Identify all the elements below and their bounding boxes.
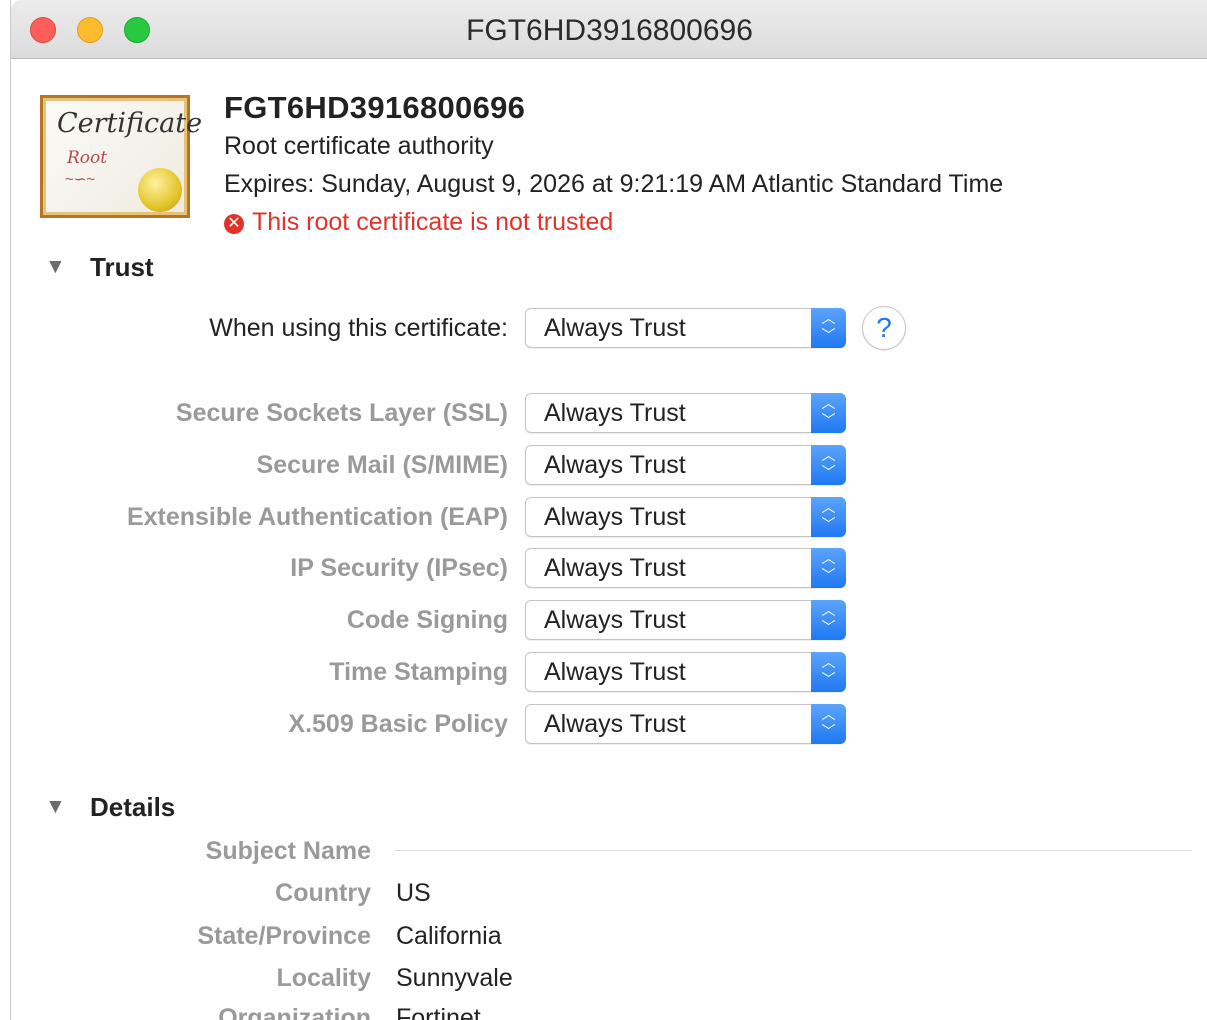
locality-value: Sunnyvale bbox=[396, 964, 513, 992]
chevron-up-icon: ︿ bbox=[821, 654, 836, 670]
country-label: Country bbox=[275, 879, 371, 907]
certificate-expiry: Expires: Sunday, August 9, 2026 at 9:21:… bbox=[224, 170, 1004, 198]
state-value: California bbox=[396, 922, 502, 950]
popup-stepper[interactable]: ︿ ﹀ bbox=[811, 393, 846, 433]
popup-stepper[interactable]: ︿ ﹀ bbox=[811, 704, 846, 744]
chevron-down-icon: ﹀ bbox=[821, 723, 836, 739]
trust-warning: ✕ This root certificate is not trusted bbox=[224, 208, 613, 237]
chevron-up-icon: ︿ bbox=[821, 447, 836, 463]
details-disclosure-triangle[interactable]: ▼ bbox=[45, 795, 66, 819]
window-title: FGT6HD3916800696 bbox=[466, 14, 753, 47]
eap-label: Extensible Authentication (EAP) bbox=[126, 503, 508, 531]
popup-value: Always Trust bbox=[544, 554, 686, 582]
chevron-up-icon: ︿ bbox=[821, 395, 836, 411]
error-icon: ✕ bbox=[224, 214, 244, 234]
ssl-label: Secure Sockets Layer (SSL) bbox=[175, 399, 508, 427]
popup-stepper[interactable]: ︿ ﹀ bbox=[811, 548, 846, 588]
flourish-icon: ~∽~ bbox=[65, 171, 96, 188]
organization-label: Organization bbox=[218, 1004, 371, 1020]
chevron-up-icon: ︿ bbox=[821, 499, 836, 515]
popup-value: Always Trust bbox=[544, 399, 686, 427]
certificate-type: Root certificate authority bbox=[224, 132, 494, 160]
popup-value: Always Trust bbox=[544, 503, 686, 531]
ipsec-popup[interactable]: Always Trust ︿ ﹀ bbox=[525, 548, 846, 588]
popup-stepper[interactable]: ︿ ﹀ bbox=[811, 600, 846, 640]
certificate-icon-text: Certificate bbox=[57, 108, 203, 139]
trust-warning-text: This root certificate is not trusted bbox=[252, 208, 614, 236]
smime-label: Secure Mail (S/MIME) bbox=[256, 451, 508, 479]
popup-value: Always Trust bbox=[544, 314, 686, 342]
chevron-down-icon: ﹀ bbox=[821, 619, 836, 635]
trust-disclosure-triangle[interactable]: ▼ bbox=[45, 255, 66, 279]
popup-stepper[interactable]: ︿ ﹀ bbox=[811, 652, 846, 692]
chevron-down-icon: ﹀ bbox=[821, 327, 836, 343]
when-using-label: When using this certificate: bbox=[209, 314, 508, 342]
chevron-up-icon: ︿ bbox=[821, 602, 836, 618]
country-value: US bbox=[396, 879, 431, 907]
ssl-popup[interactable]: Always Trust ︿ ﹀ bbox=[525, 393, 846, 433]
chevron-up-icon: ︿ bbox=[821, 310, 836, 326]
subject-name-header: Subject Name bbox=[205, 837, 371, 865]
certificate-icon-subtext: Root bbox=[67, 148, 108, 168]
locality-label: Locality bbox=[276, 964, 371, 992]
chevron-down-icon: ﹀ bbox=[821, 516, 836, 532]
certificate-window: FGT6HD3916800696 Certificate Root ~∽~ FG… bbox=[10, 0, 1207, 1020]
smime-popup[interactable]: Always Trust ︿ ﹀ bbox=[525, 445, 846, 485]
popup-value: Always Trust bbox=[544, 606, 686, 634]
state-label: State/Province bbox=[197, 922, 371, 950]
ipsec-label: IP Security (IPsec) bbox=[290, 554, 508, 582]
chevron-up-icon: ︿ bbox=[821, 706, 836, 722]
popup-value: Always Trust bbox=[544, 710, 686, 738]
time-stamping-popup[interactable]: Always Trust ︿ ﹀ bbox=[525, 652, 846, 692]
chevron-up-icon: ︿ bbox=[821, 550, 836, 566]
popup-stepper[interactable]: ︿ ﹀ bbox=[811, 308, 846, 348]
code-signing-popup[interactable]: Always Trust ︿ ﹀ bbox=[525, 600, 846, 640]
chevron-down-icon: ﹀ bbox=[821, 464, 836, 480]
code-signing-label: Code Signing bbox=[346, 606, 508, 634]
seal-icon bbox=[138, 168, 182, 212]
popup-value: Always Trust bbox=[544, 658, 686, 686]
x509-popup[interactable]: Always Trust ︿ ﹀ bbox=[525, 704, 846, 744]
certificate-icon: Certificate Root ~∽~ bbox=[40, 95, 202, 218]
chevron-down-icon: ﹀ bbox=[821, 412, 836, 428]
organization-value: Fortinet bbox=[396, 1004, 481, 1020]
time-stamping-label: Time Stamping bbox=[329, 658, 508, 686]
subject-divider bbox=[395, 850, 1192, 851]
popup-stepper[interactable]: ︿ ﹀ bbox=[811, 445, 846, 485]
x509-label: X.509 Basic Policy bbox=[288, 710, 508, 738]
when-using-popup[interactable]: Always Trust ︿ ﹀ bbox=[525, 308, 846, 348]
eap-popup[interactable]: Always Trust ︿ ﹀ bbox=[525, 497, 846, 537]
trust-section-label[interactable]: Trust bbox=[90, 252, 154, 283]
popup-stepper[interactable]: ︿ ﹀ bbox=[811, 497, 846, 537]
help-button[interactable]: ? bbox=[862, 306, 906, 350]
details-section-label[interactable]: Details bbox=[90, 792, 175, 823]
chevron-down-icon: ﹀ bbox=[821, 671, 836, 687]
title-bar[interactable]: FGT6HD3916800696 bbox=[11, 0, 1207, 59]
certificate-name: FGT6HD3916800696 bbox=[224, 90, 526, 125]
chevron-down-icon: ﹀ bbox=[821, 567, 836, 583]
popup-value: Always Trust bbox=[544, 451, 686, 479]
